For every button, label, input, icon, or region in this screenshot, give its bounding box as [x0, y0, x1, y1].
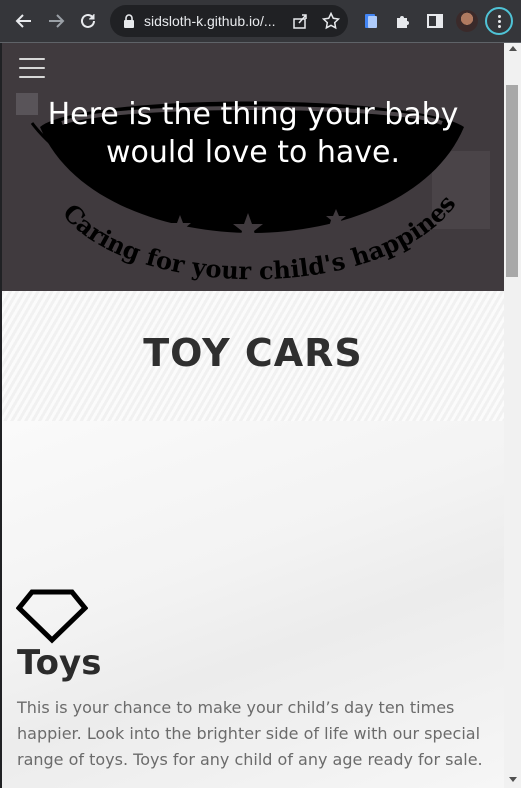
section-header: TOY CARS — [2, 291, 504, 421]
kebab-menu-icon[interactable] — [485, 7, 513, 35]
feature-card: Toys This is your chance to make your ch… — [2, 421, 504, 788]
scrollbar-thumb[interactable] — [506, 85, 518, 277]
side-panel-icon[interactable] — [424, 10, 446, 32]
diamond-icon — [16, 589, 88, 644]
profile-avatar[interactable] — [456, 10, 478, 32]
browser-toolbar: sidsloth-k.github.io/... — [0, 0, 521, 42]
star-icon[interactable] — [321, 11, 341, 35]
back-arrow-icon[interactable] — [12, 9, 36, 33]
share-icon[interactable] — [292, 13, 308, 34]
extension-doc-icon[interactable] — [360, 10, 382, 32]
forward-arrow-icon[interactable] — [44, 9, 68, 33]
hero-banner: Caring for your child's happiness Here i… — [2, 43, 504, 291]
address-bar[interactable]: sidsloth-k.github.io/... — [110, 5, 348, 37]
hero-title: Here is the thing your baby would love t… — [47, 97, 459, 170]
feature-description: This is your chance to make your child’s… — [17, 698, 483, 769]
scroll-up-arrow-icon[interactable] — [509, 46, 517, 51]
puzzle-icon[interactable] — [392, 10, 414, 32]
feature-title: Toys — [17, 643, 102, 683]
page-viewport: Caring for your child's happiness Here i… — [2, 43, 504, 788]
reload-icon[interactable] — [76, 9, 100, 33]
hamburger-menu-icon[interactable] — [19, 58, 45, 78]
url-text[interactable]: sidsloth-k.github.io/... — [144, 13, 276, 29]
section-title: TOY CARS — [143, 331, 363, 375]
scroll-down-arrow-icon[interactable] — [509, 777, 517, 782]
lock-icon[interactable] — [123, 14, 135, 33]
